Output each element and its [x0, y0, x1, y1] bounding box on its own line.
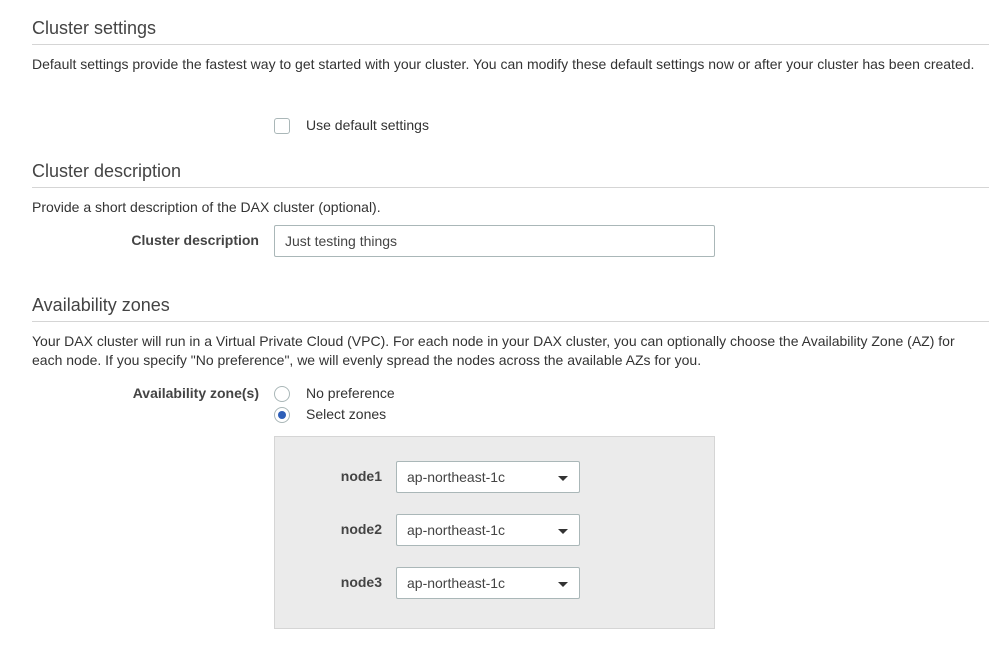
- select-zones-label[interactable]: Select zones: [306, 405, 386, 423]
- cluster-settings-description: Default settings provide the fastest way…: [32, 56, 975, 72]
- no-preference-label[interactable]: No preference: [306, 384, 395, 402]
- node1-zone-value: ap-northeast-1c: [407, 469, 506, 485]
- node3-label: node3: [340, 574, 382, 590]
- cluster-description-help: Provide a short description of the DAX c…: [32, 199, 381, 215]
- node2-zone-value: ap-northeast-1c: [407, 522, 506, 538]
- use-default-settings-checkbox[interactable]: [274, 118, 290, 134]
- node-zones-panel: node1 ap-northeast-1c node2 ap-northeast…: [274, 436, 715, 629]
- availability-zones-heading: Availability zones: [32, 294, 989, 322]
- caret-down-icon: [558, 476, 568, 481]
- cluster-description-input[interactable]: [274, 225, 715, 257]
- node2-label: node2: [340, 521, 382, 537]
- node3-zone-value: ap-northeast-1c: [407, 575, 506, 591]
- caret-down-icon: [558, 582, 568, 587]
- node3-zone-select[interactable]: ap-northeast-1c: [396, 567, 580, 599]
- no-preference-radio[interactable]: [274, 386, 290, 402]
- cluster-description-heading: Cluster description: [32, 160, 989, 188]
- cluster-description-label: Cluster description: [131, 232, 259, 248]
- availability-zones-description: Your DAX cluster will run in a Virtual P…: [32, 333, 955, 368]
- node1-zone-select[interactable]: ap-northeast-1c: [396, 461, 580, 493]
- node2-zone-select[interactable]: ap-northeast-1c: [396, 514, 580, 546]
- cluster-settings-heading: Cluster settings: [32, 17, 989, 45]
- use-default-settings-label[interactable]: Use default settings: [306, 116, 429, 134]
- availability-zones-label: Availability zone(s): [132, 385, 259, 401]
- select-zones-radio[interactable]: [274, 407, 290, 423]
- node1-label: node1: [340, 468, 382, 484]
- caret-down-icon: [558, 529, 568, 534]
